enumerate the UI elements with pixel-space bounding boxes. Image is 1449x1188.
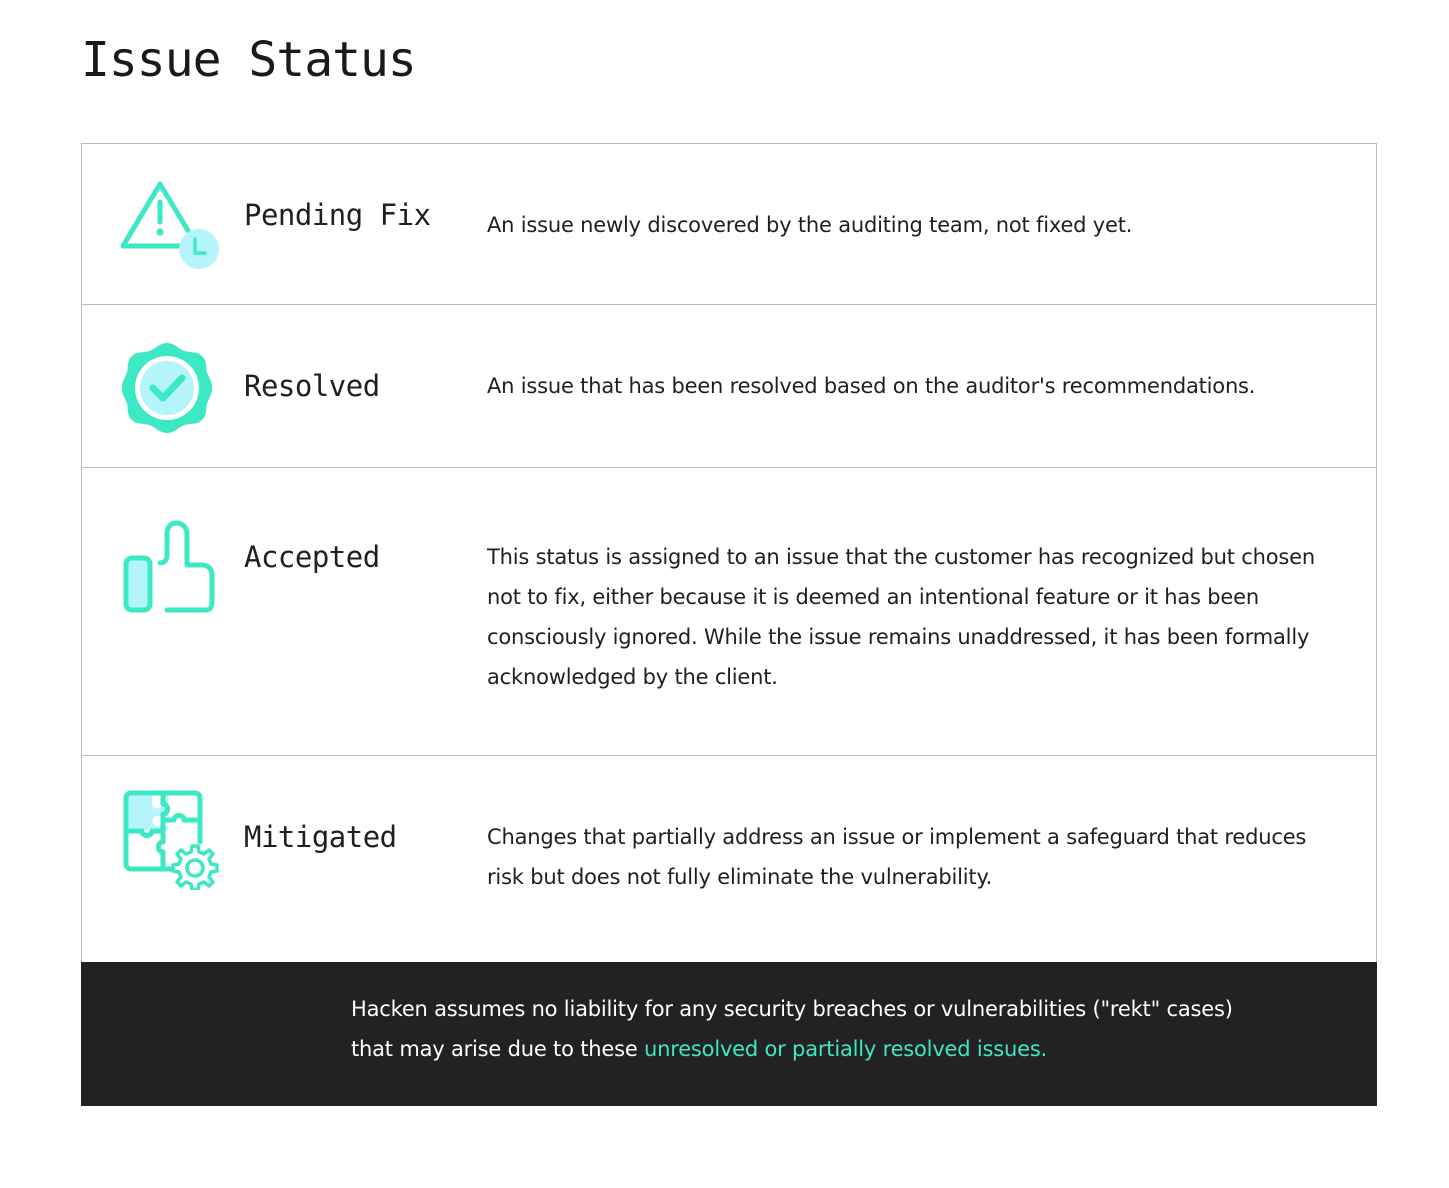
status-row-pending-fix: Pending Fix An issue newly discovered by… xyxy=(82,144,1376,305)
status-name: Resolved xyxy=(244,369,380,403)
liability-notice: Hacken assumes no liability for any secu… xyxy=(351,989,1251,1069)
status-name: Mitigated xyxy=(244,820,397,854)
check-badge-icon xyxy=(120,341,220,441)
warning-clock-icon xyxy=(120,178,220,278)
liability-banner: Hacken assumes no liability for any secu… xyxy=(81,962,1377,1106)
status-description: This status is assigned to an issue that… xyxy=(487,545,1315,689)
status-description: Changes that partially address an issue … xyxy=(487,825,1307,889)
thumbs-up-icon xyxy=(120,520,220,620)
status-row-resolved: Resolved An issue that has been resolved… xyxy=(82,305,1376,468)
liability-highlight: unresolved or partially resolved issues. xyxy=(644,1037,1048,1061)
status-description: An issue newly discovered by the auditin… xyxy=(487,213,1133,237)
status-name: Accepted xyxy=(244,540,380,574)
status-row-accepted: Accepted This status is assigned to an i… xyxy=(82,468,1376,756)
page-title: Issue Status xyxy=(81,32,417,88)
status-description: An issue that has been resolved based on… xyxy=(487,374,1256,398)
status-row-mitigated: Mitigated Changes that partially address… xyxy=(82,756,1376,962)
status-name: Pending Fix xyxy=(244,198,431,232)
puzzle-gear-icon xyxy=(120,790,220,890)
status-table: Pending Fix An issue newly discovered by… xyxy=(81,143,1377,963)
